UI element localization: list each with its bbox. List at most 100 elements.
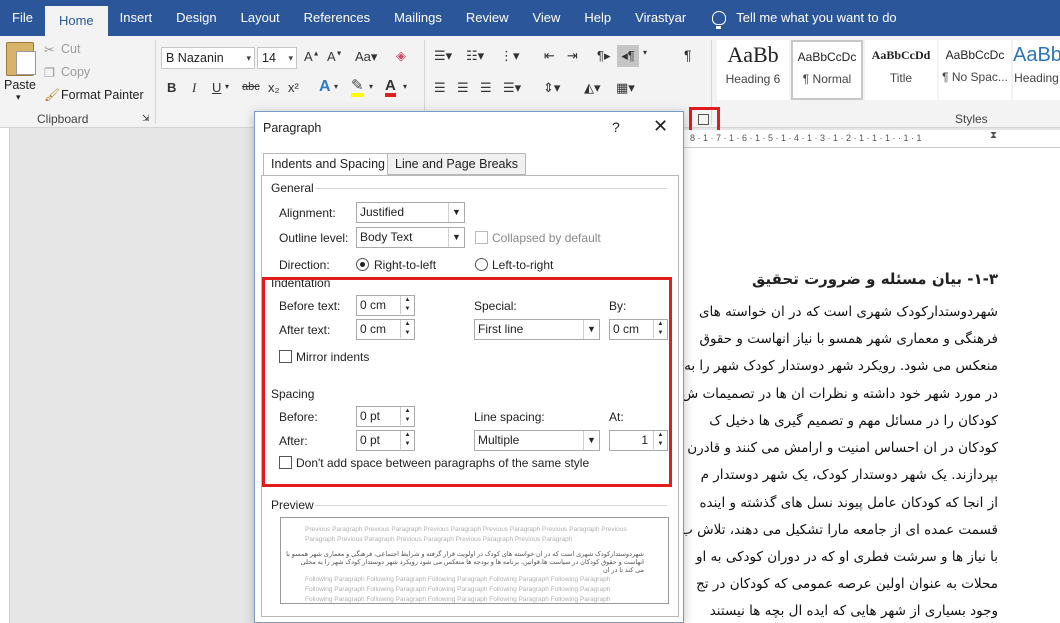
preview-following: Following Paragraph Following Paragraph … (305, 576, 611, 583)
document-page[interactable]: ۱-۳- بیان مسئله و ضرورت تحقیق شهردوستدار… (680, 148, 1060, 623)
document-heading: ۱-۳- بیان مسئله و ضرورت تحقیق (751, 270, 998, 288)
tab-line-page-breaks[interactable]: Line and Page Breaks (387, 153, 527, 175)
menu-review[interactable]: Review (454, 0, 521, 36)
borders-icon[interactable]: ▦▾ (616, 80, 635, 96)
font-size-box[interactable]: 14 ▾ (257, 47, 297, 69)
collapsed-label: Collapsed by default (492, 231, 601, 245)
style-normal[interactable]: AaBbCcDc ¶ Normal (791, 40, 863, 100)
document-line: قسمت عمده ای از جامعه مارا تشکیل می دهند… (680, 522, 998, 538)
menu-view[interactable]: View (520, 0, 572, 36)
grow-font-icon[interactable]: A▲ (304, 49, 320, 64)
chevron-down-icon[interactable]: ▾ (288, 48, 293, 68)
bullets-icon[interactable]: ☰▾ (434, 48, 452, 64)
document-line: بپردازند. یک شهر دوستدار کودک، یک شهر دو… (700, 467, 998, 483)
ltr-label[interactable]: Left-to-right (492, 258, 553, 272)
document-line: محلات به عنوان اولین عرصه عمومی که کودکا… (696, 576, 998, 592)
preview-current: می کند تا در ان (603, 567, 644, 574)
chevron-down-icon[interactable]: ▾ (246, 48, 251, 68)
format-painter-button[interactable]: Format Painter (61, 88, 144, 102)
collapsed-checkbox (475, 231, 488, 244)
numbering-icon[interactable]: ☷▾ (466, 48, 484, 64)
shading-icon[interactable]: ◭▾ (584, 80, 601, 96)
highlight-icon[interactable]: ✎ (351, 78, 364, 97)
show-marks-icon[interactable]: ¶ (684, 47, 692, 63)
vertical-ruler (0, 128, 10, 623)
preview-following: Following Paragraph Following Paragraph … (305, 596, 611, 603)
chevron-down-icon[interactable]: ▾ (643, 48, 647, 57)
ltr-direction-icon[interactable]: ¶▸ (597, 48, 611, 64)
outline-level-select[interactable]: Body Text ▼ (356, 227, 465, 248)
help-button[interactable]: ? (612, 119, 620, 135)
clipboard-group-label: Clipboard (37, 112, 89, 126)
style-heading[interactable]: AaBb Heading (1013, 40, 1060, 100)
clipboard-launcher-icon[interactable]: ⇲ (142, 113, 150, 124)
align-left-icon[interactable]: ☰ (434, 80, 446, 96)
styles-group-label: Styles (955, 112, 988, 126)
tab-indents-spacing[interactable]: Indents and Spacing (263, 153, 393, 176)
align-center-icon[interactable]: ☰ (457, 80, 469, 96)
menu-file[interactable]: File (0, 0, 45, 36)
align-right-icon[interactable]: ☰ (480, 80, 492, 96)
document-line: در مورد شهر خود داشته و نظرات ان ها در ت… (681, 386, 998, 402)
tell-me-search[interactable]: Tell me what you want to do (736, 0, 908, 36)
paste-icon[interactable] (6, 42, 36, 76)
section-general: General (271, 181, 314, 195)
decrease-indent-icon[interactable]: ⇤ (544, 48, 555, 64)
multilevel-list-icon[interactable]: ⋮▾ (500, 48, 520, 64)
preview-box: Previous Paragraph Previous Paragraph Pr… (280, 517, 669, 604)
rtl-label[interactable]: Right-to-left (374, 258, 436, 272)
cut-icon: ✂ (44, 43, 55, 57)
horizontal-ruler: 8 · 1 · 7 · 1 · 6 · 1 · 5 · 1 · 4 · 1 · … (684, 130, 1060, 148)
chevron-down-icon[interactable]: ▾ (334, 82, 338, 91)
chevron-down-icon[interactable]: ▼ (448, 228, 464, 247)
style-preview: AaBb (727, 42, 779, 67)
document-line: شهردوستدارکودک شهری است که در ان خواسته … (698, 304, 998, 320)
menu-help[interactable]: Help (572, 0, 623, 36)
rtl-radio[interactable] (356, 258, 369, 271)
paste-button[interactable]: Paste (4, 78, 36, 92)
increase-indent-icon[interactable]: ⇥ (567, 48, 578, 64)
change-case-icon[interactable]: Aa▾ (355, 49, 377, 65)
rtl-direction-icon[interactable]: ◂¶ (617, 45, 639, 67)
superscript-button[interactable]: x² (288, 80, 299, 95)
subscript-button[interactable]: x₂ (268, 80, 280, 95)
style-preview: AaBbCcDc (797, 50, 857, 64)
bold-button[interactable]: B (167, 80, 176, 95)
chevron-down-icon[interactable]: ▾ (403, 82, 407, 91)
underline-button[interactable]: U (212, 80, 221, 95)
chevron-down-icon[interactable]: ▾ (369, 82, 373, 91)
ltr-radio[interactable] (475, 258, 488, 271)
menu-design[interactable]: Design (164, 0, 228, 36)
italic-button[interactable]: I (192, 80, 196, 96)
indent-marker-icon[interactable]: ⧗ (990, 130, 997, 141)
close-button[interactable]: ✕ (653, 116, 668, 137)
font-name-box[interactable]: B Nazanin ▾ (161, 47, 255, 69)
style-heading6[interactable]: AaBb Heading 6 (717, 40, 789, 100)
style-no-spacing[interactable]: AaBbCcDc ¶ No Spac... (939, 40, 1011, 100)
paste-dropdown-icon[interactable]: ▾ (16, 92, 21, 103)
menu-references[interactable]: References (292, 0, 382, 36)
copy-button[interactable]: Copy (61, 65, 90, 79)
document-line: کودکان در ان احساس امنیت و ارامش می کنند… (687, 440, 998, 456)
shrink-font-icon[interactable]: A▼ (327, 49, 343, 64)
chevron-down-icon[interactable]: ▼ (448, 203, 464, 222)
line-spacing-icon[interactable]: ⇕▾ (543, 80, 560, 96)
clear-formatting-icon[interactable]: ◈ (396, 48, 406, 64)
menu-layout[interactable]: Layout (229, 0, 292, 36)
preview-previous: Previous Paragraph Previous Paragraph Pr… (305, 526, 627, 533)
highlight-box (262, 277, 672, 487)
menu-mailings[interactable]: Mailings (382, 0, 454, 36)
cut-button[interactable]: Cut (61, 42, 80, 56)
font-name-value: B Nazanin (166, 51, 224, 65)
text-effects-icon[interactable]: A (319, 78, 331, 96)
document-line: منعکس می شود. رویکرد شهر دوستدار کودک شه… (684, 358, 998, 374)
underline-dropdown-icon[interactable]: ▾ (225, 82, 229, 91)
font-color-icon[interactable]: A (385, 78, 396, 97)
justify-icon[interactable]: ☰▾ (503, 80, 521, 96)
strikethrough-button[interactable]: abc (242, 81, 260, 93)
style-title[interactable]: AaBbCcDd Title (865, 40, 937, 100)
menu-insert[interactable]: Insert (108, 0, 165, 36)
menu-virastyar[interactable]: Virastyar (623, 0, 698, 36)
alignment-select[interactable]: Justified ▼ (356, 202, 465, 223)
menu-home[interactable]: Home (44, 6, 108, 36)
